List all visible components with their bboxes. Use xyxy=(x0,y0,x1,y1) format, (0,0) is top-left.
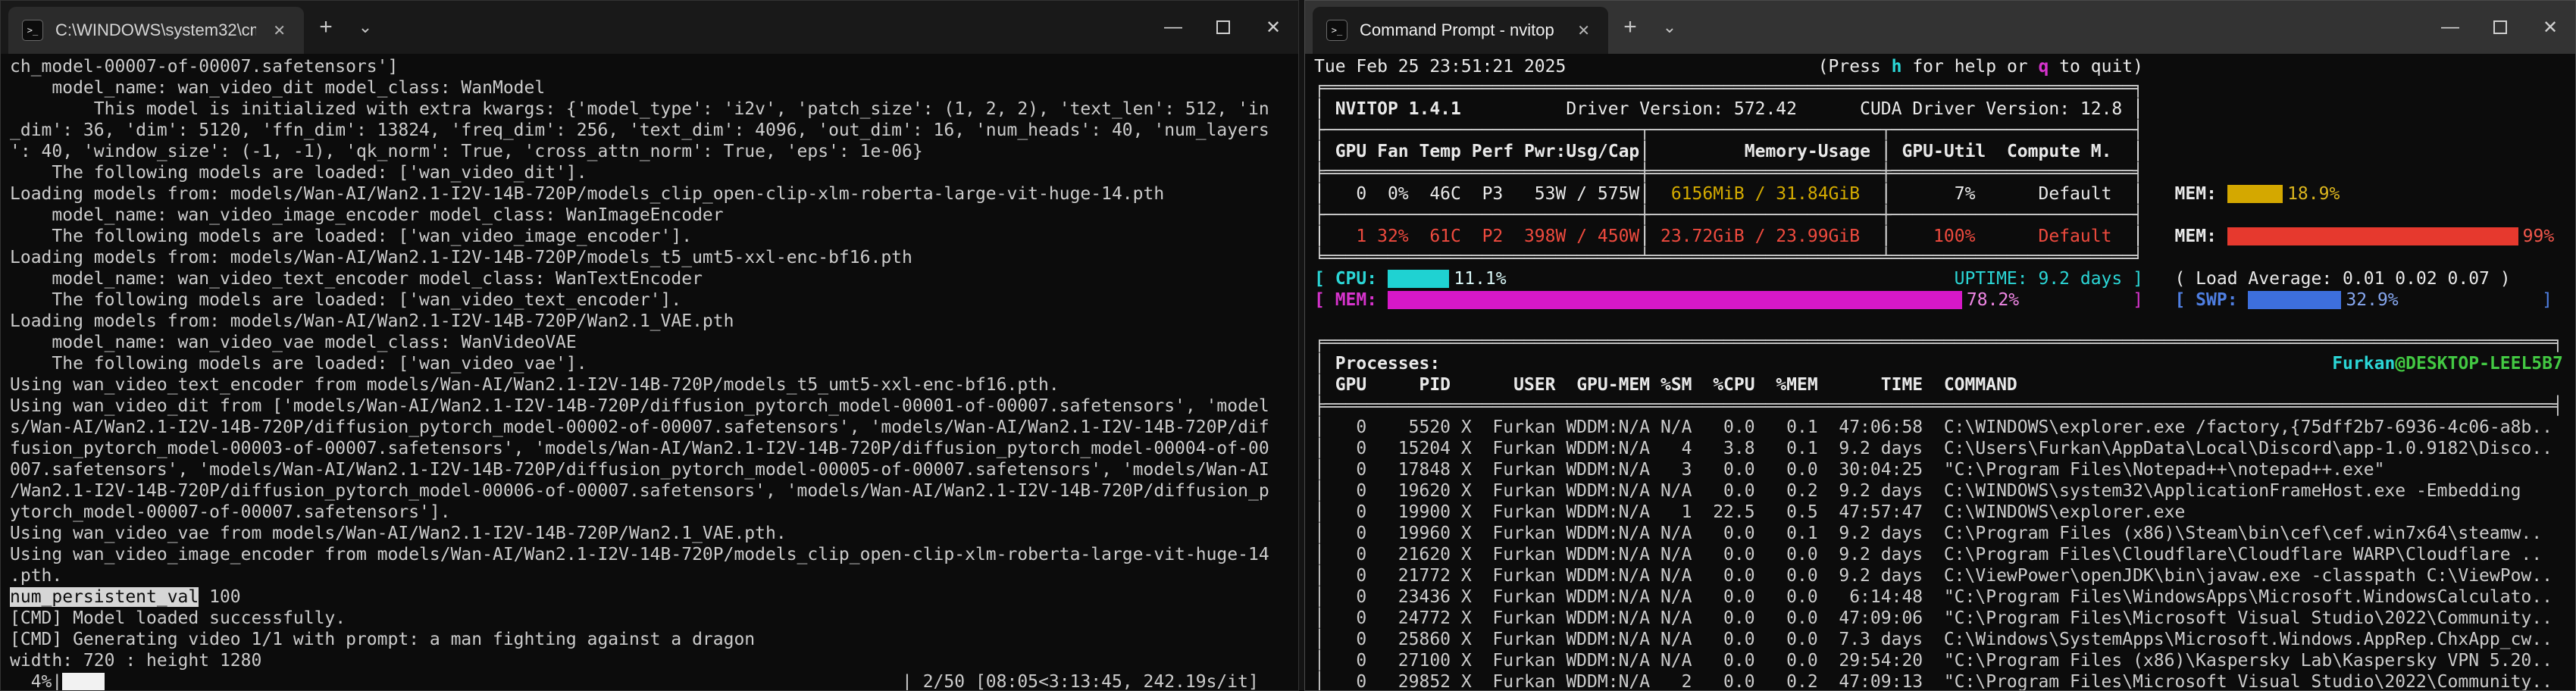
new-tab-button[interactable]: + xyxy=(1608,1,1652,54)
terminal-line: Loading models from: models/Wan-AI/Wan2.… xyxy=(10,311,734,331)
terminal-line: The following models are loaded: ['wan_v… xyxy=(10,290,682,310)
terminal-line: │ 0 0% 46C P3 53W / 575W│ 6156MiB / 31.8… xyxy=(1314,183,2575,205)
left-cmd-window: >_ C:\WINDOWS\system32\cmd. ✕ + ⌄ — ✕ ch… xyxy=(0,0,1299,691)
maximize-button[interactable] xyxy=(2475,1,2525,54)
terminal-line: │ GPU PID USER GPU-MEM %SM %CPU %MEM TIM… xyxy=(1314,375,2017,395)
terminal-line: │ 0 21772 X Furkan WDDM:N/A N/A 0.0 0.0 … xyxy=(1314,566,2553,586)
terminal-line: ': 40, 'window_size': (-1, -1), 'qk_norm… xyxy=(10,142,923,161)
terminal-line: │ Processes: Furkan@DESKTOP-LEEL5B7 xyxy=(1314,354,2563,374)
terminal-line: The following models are loaded: ['wan_v… xyxy=(10,163,587,183)
tqdm-progress-fill xyxy=(62,673,105,690)
terminal-line: Using wan_video_dit from ['models/Wan-AI… xyxy=(10,396,1269,416)
terminal-line: ytorch_model-00007-of-00007.safetensors'… xyxy=(10,502,451,522)
terminal-line: │ 0 15204 X Furkan WDDM:N/A 4 3.8 0.1 9.… xyxy=(1314,439,2553,458)
tab-title: C:\WINDOWS\system32\cmd. xyxy=(55,20,257,39)
terminal-line: [CMD] Generating video 1/1 with prompt: … xyxy=(10,630,756,649)
terminal-line: /Wan2.1-I2V-14B-720P/diffusion_pytorch_m… xyxy=(10,481,1269,501)
tab-nvitop[interactable]: >_ Command Prompt - nvitop ✕ xyxy=(1313,7,1608,54)
tab-cmd[interactable]: >_ C:\WINDOWS\system32\cmd. ✕ xyxy=(8,7,304,54)
terminal-line: Tue Feb 25 23:51:21 2025 (Press h for he… xyxy=(1314,57,2143,77)
terminal-line: │ 0 27100 X Furkan WDDM:N/A N/A 0.0 0.0 … xyxy=(1314,651,2553,671)
minimize-button[interactable]: — xyxy=(2425,1,2475,54)
tab-dropdown-icon[interactable]: ⌄ xyxy=(348,1,383,54)
terminal-line: Using wan_video_text_encoder from models… xyxy=(10,375,1060,395)
terminal-line: ch_model-00007-of-00007.safetensors'] xyxy=(10,57,399,77)
terminal-line: ├──────────────────────────────┼────────… xyxy=(1314,205,2143,225)
swap-usage-bar: 32.9% xyxy=(2248,290,2531,310)
terminal-line: fusion_pytorch_model-00003-of-00007.safe… xyxy=(10,439,1269,458)
terminal-line: │ 0 5520 X Furkan WDDM:N/A N/A 0.0 0.1 4… xyxy=(1314,417,2553,437)
close-button[interactable]: ✕ xyxy=(2525,1,2575,54)
terminal-line: [ MEM: 78.2% ] [ SWP: 32.9% ] xyxy=(1314,290,2553,310)
terminal-line: │ GPU Fan Temp Perf Pwr:Usg/Cap│ Memory-… xyxy=(1314,142,2143,161)
tab-close-icon[interactable]: ✕ xyxy=(268,18,290,43)
terminal-line: Loading models from: models/Wan-AI/Wan2.… xyxy=(10,184,1165,204)
terminal-line: model_name: wan_video_image_encoder mode… xyxy=(10,205,724,225)
maximize-icon xyxy=(1216,20,1230,34)
left-terminal[interactable]: ch_model-00007-of-00007.safetensors'] mo… xyxy=(1,54,1298,690)
right-terminal-output: Tue Feb 25 23:51:21 2025 (Press h for he… xyxy=(1314,56,2575,690)
terminal-line: ╘══════════════════════════════╧════════… xyxy=(1314,248,2143,267)
left-terminal-output: ch_model-00007-of-00007.safetensors'] mo… xyxy=(10,56,1298,690)
terminal-line: 007.safetensors', 'models/Wan-AI/Wan2.1-… xyxy=(10,460,1269,480)
titlebar-drag-area[interactable] xyxy=(1687,1,2425,54)
terminal-line: ╞═══════════════════════════════════════… xyxy=(1314,396,2563,416)
minimize-button[interactable]: — xyxy=(1148,1,1198,54)
gpu1-mem-bar: 99% xyxy=(2227,227,2554,246)
cmd-icon: >_ xyxy=(22,20,43,41)
right-titlebar: >_ Command Prompt - nvitop ✕ + ⌄ — ✕ xyxy=(1305,1,2575,54)
new-tab-button[interactable]: + xyxy=(304,1,348,54)
maximize-icon xyxy=(2493,20,2507,34)
terminal-line: [ CPU: 11.1% UPTIME: 9.2 days ] ( Load A… xyxy=(1314,269,2511,289)
terminal-line: model_name: wan_video_vae model_class: W… xyxy=(10,333,577,352)
terminal-line: │ 0 29852 X Furkan WDDM:N/A 2 0.0 0.2 47… xyxy=(1314,672,2553,690)
maximize-button[interactable] xyxy=(1198,1,1248,54)
terminal-line: │ 1 32% 61C P2 398W / 450W│ 23.72GiB / 2… xyxy=(1314,227,2555,246)
terminal-line: ├──────────────────────────────┬────────… xyxy=(1314,120,2143,140)
terminal-line: │ 0 19620 X Furkan WDDM:N/A N/A 0.0 0.2 … xyxy=(1314,481,2521,501)
gpu0-mem-bar: 18.9% xyxy=(2227,184,2521,204)
terminal-line: │ 0 19900 X Furkan WDDM:N/A 1 22.5 0.5 4… xyxy=(1314,502,2186,522)
tab-dropdown-icon[interactable]: ⌄ xyxy=(1652,1,1687,54)
terminal-line: _dim': 36, 'dim': 5120, 'ffn_dim': 13824… xyxy=(10,120,1269,140)
terminal-line: ╒═══════════════════════════════════════… xyxy=(1314,78,2143,98)
terminal-line: The following models are loaded: ['wan_v… xyxy=(10,354,587,374)
terminal-line: Using wan_video_vae from models/Wan-AI/W… xyxy=(10,524,787,543)
terminal-line: ╞══════════════════════════════╪════════… xyxy=(1314,163,2143,183)
terminal-line: │ 0 17848 X Furkan WDDM:N/A 3 0.0 0.0 30… xyxy=(1314,460,2385,480)
terminal-line: │ 0 24772 X Furkan WDDM:N/A N/A 0.0 0.0 … xyxy=(1314,608,2553,628)
tab-title: Command Prompt - nvitop xyxy=(1360,20,1554,39)
terminal-line: Using wan_video_image_encoder from model… xyxy=(10,545,1269,564)
terminal-line: The following models are loaded: ['wan_v… xyxy=(10,227,693,246)
terminal-line: │ 0 23436 X Furkan WDDM:N/A N/A 0.0 0.0 … xyxy=(1314,587,2553,607)
terminal-line: This model is initialized with extra kwa… xyxy=(10,99,1269,119)
terminal-line: s/Wan-AI/Wan2.1-I2V-14B-720P/diffusion_p… xyxy=(10,417,1269,437)
terminal-line: model_name: wan_video_dit model_class: W… xyxy=(10,78,546,98)
left-titlebar: >_ C:\WINDOWS\system32\cmd. ✕ + ⌄ — ✕ xyxy=(1,1,1298,54)
terminal-line: [CMD] Model loaded successfully. xyxy=(10,608,346,628)
mem-usage-bar: 78.2% xyxy=(1387,290,2122,310)
terminal-line: │ 0 25860 X Furkan WDDM:N/A N/A 0.0 0.0 … xyxy=(1314,630,2553,649)
titlebar-drag-area[interactable] xyxy=(383,1,1148,54)
terminal-line: │ NVITOP 1.4.1 Driver Version: 572.42 CU… xyxy=(1314,99,2143,119)
terminal-line: num_persistent_val 100 xyxy=(10,587,241,607)
cmd-icon: >_ xyxy=(1326,20,1347,41)
terminal-line: .pth. xyxy=(10,566,63,586)
terminal-line: Loading models from: models/Wan-AI/Wan2.… xyxy=(10,248,912,267)
right-terminal[interactable]: Tue Feb 25 23:51:21 2025 (Press h for he… xyxy=(1305,54,2575,690)
terminal-line: ╒═══════════════════════════════════════… xyxy=(1314,333,2563,352)
terminal-line: model_name: wan_video_text_encoder model… xyxy=(10,269,703,289)
close-button[interactable]: ✕ xyxy=(1248,1,1298,54)
terminal-line: width: 720 : height 1280 xyxy=(10,651,262,671)
terminal-line: │ 0 21620 X Furkan WDDM:N/A N/A 0.0 0.0 … xyxy=(1314,545,2543,564)
cpu-usage-bar: 11.1% xyxy=(1387,269,1944,289)
terminal-line: │ 0 19960 X Furkan WDDM:N/A N/A 0.0 0.1 … xyxy=(1314,524,2543,543)
terminal-line: 4%| | 2/50 [08:05<3:13:45, 242.19s/it] xyxy=(10,672,1259,690)
right-nvitop-window: >_ Command Prompt - nvitop ✕ + ⌄ — ✕ Tue… xyxy=(1304,0,2576,691)
tab-close-icon[interactable]: ✕ xyxy=(1573,18,1595,43)
